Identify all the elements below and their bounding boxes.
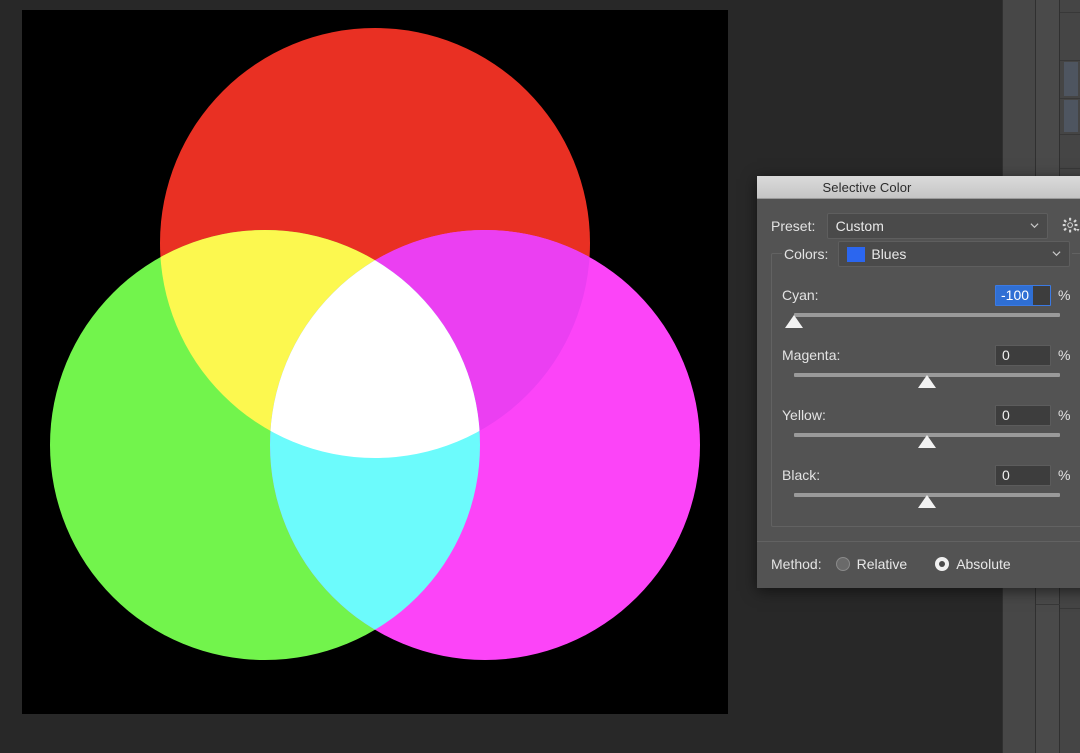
- app-window: Selective Color Preset: Custom: [0, 0, 1080, 753]
- magenta-slider-thumb[interactable]: [918, 375, 936, 388]
- color-adjust-group: Colors: Blues Cyan: -100: [771, 253, 1080, 527]
- gear-icon: [1062, 217, 1080, 235]
- radio-absolute-indicator[interactable]: [935, 557, 949, 571]
- panel-row-divider-5: [1060, 168, 1080, 169]
- magenta-slider[interactable]: [782, 370, 1072, 392]
- panel-thumbnail-1: [1064, 62, 1078, 96]
- dialog-title: Selective Color: [823, 180, 912, 195]
- method-radio-absolute[interactable]: Absolute: [935, 556, 1010, 572]
- panel-row-divider-1: [1060, 12, 1080, 13]
- panel-row-divider-4: [1060, 134, 1080, 135]
- cyan-unit: %: [1058, 287, 1072, 303]
- yellow-slider[interactable]: [782, 430, 1072, 452]
- dialog-titlebar[interactable]: Selective Color: [757, 176, 1080, 199]
- colors-value: Blues: [871, 246, 906, 262]
- radio-relative-indicator[interactable]: [836, 557, 850, 571]
- yellow-label: Yellow:: [782, 407, 995, 423]
- black-label: Black:: [782, 467, 995, 483]
- preset-dropdown[interactable]: Custom: [827, 213, 1048, 239]
- dialog-body: Preset: Custom: [757, 199, 1080, 588]
- selective-color-dialog: Selective Color Preset: Custom: [757, 176, 1080, 588]
- cyan-slider-track[interactable]: [794, 313, 1060, 317]
- magenta-unit: %: [1058, 347, 1072, 363]
- cyan-value: -100: [996, 286, 1033, 305]
- colors-dropdown[interactable]: Blues: [838, 241, 1070, 267]
- method-relative-label: Relative: [857, 556, 908, 572]
- preset-row: Preset: Custom: [757, 213, 1080, 239]
- panel-thumbnail-2: [1064, 100, 1078, 132]
- preset-options-gear-button[interactable]: [1060, 215, 1080, 237]
- magenta-value-input[interactable]: 0: [995, 345, 1051, 366]
- panel-row-divider-3: [1060, 98, 1080, 99]
- black-unit: %: [1058, 467, 1072, 483]
- method-radio-relative[interactable]: Relative: [836, 556, 908, 572]
- panel-row-divider-7: [1036, 604, 1060, 605]
- yellow-unit: %: [1058, 407, 1072, 423]
- yellow-value-input[interactable]: 0: [995, 405, 1051, 426]
- black-slider[interactable]: [782, 490, 1072, 512]
- slider-block-cyan: Cyan: -100 %: [782, 284, 1072, 332]
- yellow-slider-thumb[interactable]: [918, 435, 936, 448]
- method-row: Method: Relative Absolute: [757, 542, 1080, 588]
- rgb-additive-venn-graphic: [22, 10, 728, 714]
- cyan-slider-thumb[interactable]: [785, 315, 803, 328]
- cyan-slider[interactable]: [782, 310, 1072, 332]
- preset-label: Preset:: [771, 218, 827, 234]
- chevron-down-icon: [1030, 221, 1039, 230]
- panel-row-divider-2: [1060, 60, 1080, 61]
- method-absolute-label: Absolute: [956, 556, 1010, 572]
- method-label: Method:: [771, 556, 822, 572]
- document-canvas[interactable]: [22, 10, 728, 714]
- panel-row-divider-6: [1060, 608, 1080, 609]
- colors-label: Colors:: [784, 246, 828, 262]
- black-value-input[interactable]: 0: [995, 465, 1051, 486]
- cyan-value-input[interactable]: -100: [995, 285, 1051, 306]
- cyan-label: Cyan:: [782, 287, 995, 303]
- colors-swatch: [847, 247, 865, 262]
- colors-row: Colors: Blues: [782, 241, 1072, 267]
- black-value: 0: [1002, 467, 1010, 483]
- magenta-value: 0: [1002, 347, 1010, 363]
- slider-block-yellow: Yellow: 0 %: [782, 404, 1072, 452]
- black-slider-thumb[interactable]: [918, 495, 936, 508]
- preset-value: Custom: [836, 218, 884, 234]
- slider-block-magenta: Magenta: 0 %: [782, 344, 1072, 392]
- yellow-value: 0: [1002, 407, 1010, 423]
- magenta-label: Magenta:: [782, 347, 995, 363]
- slider-block-black: Black: 0 %: [782, 464, 1072, 512]
- chevron-down-icon: [1052, 249, 1061, 258]
